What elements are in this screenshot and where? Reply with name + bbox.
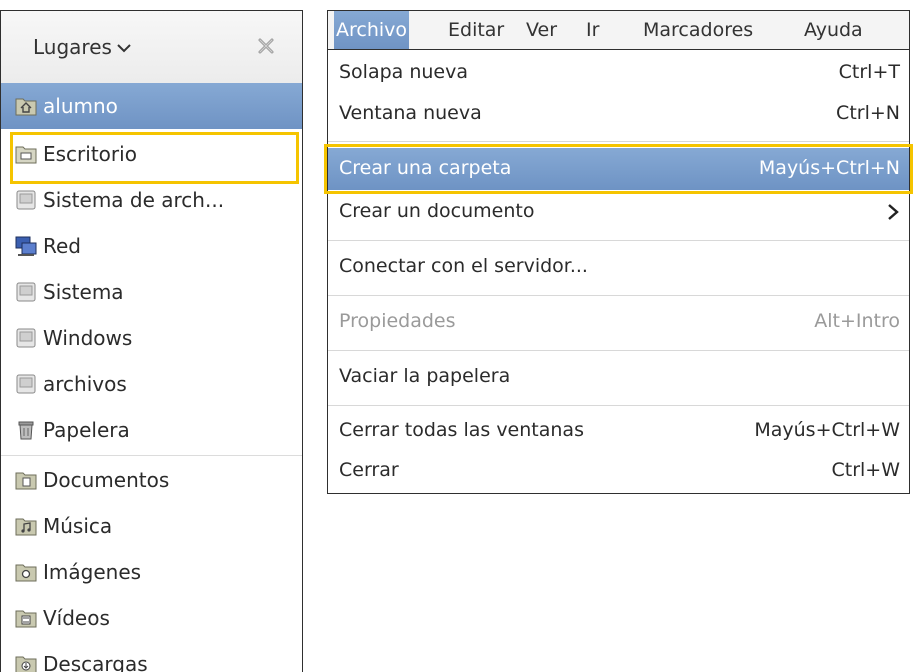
sidebar-item-alumno[interactable]: alumno [1,83,302,129]
sidebar-title: Lugares [33,35,112,59]
menu-item-label: Ventana nueva [339,102,482,124]
home-folder-icon [15,98,37,116]
menu-item-shortcut: Mayús+Ctrl+N [758,157,900,179]
sidebar-item-label: Sistema [43,280,124,304]
music-folder-icon [15,518,37,536]
menu-item-propiedades: Propiedades Alt+Intro [328,301,909,343]
menu-item-crear-un-documento[interactable]: Crear un documento [328,191,909,233]
sidebar-header: Lugares [1,11,302,84]
network-icon [15,236,37,256]
menubar: Archivo Editar Ver Ir Marcadores Ayuda [327,10,910,50]
sidebar-item-musica[interactable]: Música [1,503,302,549]
sidebar-item-descargas[interactable]: Descargas [1,641,302,672]
menu-editar[interactable]: Editar [446,11,506,50]
menu-item-label: Conectar con el servidor... [339,255,588,277]
drive-icon [16,374,36,394]
sidebar-item-label: Documentos [43,468,170,492]
menu-item-ventana-nueva[interactable]: Ventana nueva Ctrl+N [328,93,909,135]
menu-ayuda[interactable]: Ayuda [802,11,865,50]
sidebar-item-imagenes[interactable]: Imágenes [1,549,302,595]
menu-item-label: Crear un documento [339,200,535,222]
sidebar-item-label: Papelera [43,418,130,442]
menu-ir[interactable]: Ir [584,11,601,50]
menu-item-crear-una-carpeta[interactable]: Crear una carpeta Mayús+Ctrl+N [328,148,909,190]
menu-archivo[interactable]: Archivo [334,11,410,50]
drive-icon [16,190,36,210]
sidebar-item-label: Windows [43,326,133,350]
menu-item-label: Solapa nueva [339,61,469,83]
sidebar-item-label: archivos [43,372,127,396]
sidebar-item-label: Sistema de arch... [43,188,225,212]
places-dropdown[interactable]: Lugares [33,35,132,59]
sidebar-item-label: Red [43,234,81,258]
sidebar-item-documentos[interactable]: Documentos [1,457,302,503]
menu-separator [328,295,909,296]
menu-item-label: Vaciar la papelera [339,365,511,387]
close-icon[interactable] [255,35,277,57]
chevron-down-icon [117,44,131,53]
sidebar-item-escritorio[interactable]: Escritorio [1,131,302,177]
menu-item-cerrar[interactable]: Cerrar Ctrl+W [328,450,909,492]
sidebar-item-label: Escritorio [43,142,137,166]
drive-icon [16,282,36,302]
menu-separator [328,405,909,406]
menu-item-shortcut: Ctrl+N [836,102,900,124]
sidebar-item-sistema-de-archivos[interactable]: Sistema de arch... [1,177,302,223]
sidebar-item-papelera[interactable]: Papelera [1,407,302,453]
menu-separator [328,240,909,241]
menu-item-label: Cerrar todas las ventanas [339,419,584,441]
submenu-arrow-icon [888,204,899,220]
sidebar-item-windows[interactable]: Windows [1,315,302,361]
menu-item-solapa-nueva[interactable]: Solapa nueva Ctrl+T [328,52,909,94]
sidebar-separator [1,455,302,456]
downloads-folder-icon [15,656,37,672]
menu-item-shortcut: Ctrl+W [831,459,900,481]
menu-ver[interactable]: Ver [524,11,559,50]
sidebar-item-label: Vídeos [43,606,110,630]
desktop-folder-icon [15,146,37,164]
sidebar-item-archivos[interactable]: archivos [1,361,302,407]
videos-folder-icon [15,610,37,628]
sidebar-item-label: Descargas [43,652,148,672]
file-menu: Solapa nueva Ctrl+T Ventana nueva Ctrl+N… [327,49,910,494]
menu-item-shortcut: Ctrl+T [838,61,900,83]
menu-item-label: Crear una carpeta [339,157,512,179]
menu-item-vaciar-papelera[interactable]: Vaciar la papelera [328,356,909,398]
drive-icon [16,328,36,348]
menu-item-shortcut: Mayús+Ctrl+W [754,419,900,441]
sidebar-item-sistema[interactable]: Sistema [1,269,302,315]
pictures-folder-icon [15,564,37,582]
menu-item-conectar-servidor[interactable]: Conectar con el servidor... [328,246,909,288]
menu-item-cerrar-todas[interactable]: Cerrar todas las ventanas Mayús+Ctrl+W [328,410,909,452]
trash-icon [18,421,34,440]
menu-item-shortcut: Alt+Intro [814,310,900,332]
places-sidebar: Lugares alumno Escritorio Sistema de arc… [0,10,303,672]
documents-folder-icon [15,472,37,490]
sidebar-item-red[interactable]: Red [1,223,302,269]
menu-separator [328,350,909,351]
sidebar-item-videos[interactable]: Vídeos [1,595,302,641]
menu-marcadores[interactable]: Marcadores [641,11,755,50]
sidebar-item-label: Música [43,514,113,538]
menu-item-label: Cerrar [339,459,399,481]
menu-separator [328,141,909,142]
sidebar-item-label: alumno [43,94,118,118]
menu-item-label: Propiedades [339,310,456,332]
sidebar-item-label: Imágenes [43,560,142,584]
